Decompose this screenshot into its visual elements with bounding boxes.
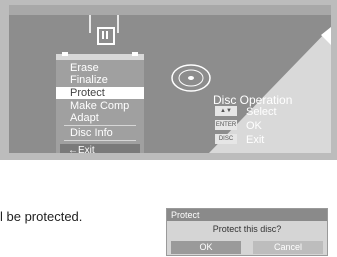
tv-screen: Erase Finalize Protect Make Comp Adapt D… (0, 0, 337, 160)
menu-header-icon (97, 27, 115, 45)
legend-label: Select (246, 106, 277, 118)
dialog-message: Protect this disc? (212, 224, 282, 234)
menu-divider (64, 125, 136, 126)
menu-item-protect[interactable]: Protect (56, 87, 144, 99)
ok-button[interactable]: OK (171, 241, 241, 254)
legend-label: OK (246, 120, 262, 132)
hanger-line (89, 15, 91, 33)
disc-icon (171, 64, 211, 92)
menu-item-finalize[interactable]: Finalize (56, 74, 144, 86)
legend-label: Exit (246, 134, 265, 146)
up-down-keys-icon: ▲▼ (215, 106, 237, 116)
menu-item-adapt[interactable]: Adapt (56, 112, 144, 124)
menu-divider (64, 140, 136, 141)
menu-exit-button[interactable]: ← Exit (60, 144, 140, 153)
disc-menu: Erase Finalize Protect Make Comp Adapt D… (56, 60, 144, 153)
back-arrow-icon: ← (68, 145, 78, 153)
exit-label: Exit (78, 145, 95, 153)
cancel-button[interactable]: Cancel (253, 241, 323, 254)
enter-key-icon: ENTER (215, 120, 237, 130)
protect-dialog: Protect Protect this disc? OK Cancel (166, 208, 328, 256)
menu-item-make-comp[interactable]: Make Comp (56, 100, 144, 112)
menu-item-disc-info[interactable]: Disc Info (56, 127, 144, 139)
screen-area: Erase Finalize Protect Make Comp Adapt D… (9, 5, 331, 153)
disc-key-icon: DISC (215, 134, 237, 144)
menu-item-erase[interactable]: Erase (56, 62, 144, 74)
hanger-line (117, 15, 119, 33)
dialog-title: Protect (167, 209, 327, 221)
caption-text: l be protected. (0, 209, 83, 224)
